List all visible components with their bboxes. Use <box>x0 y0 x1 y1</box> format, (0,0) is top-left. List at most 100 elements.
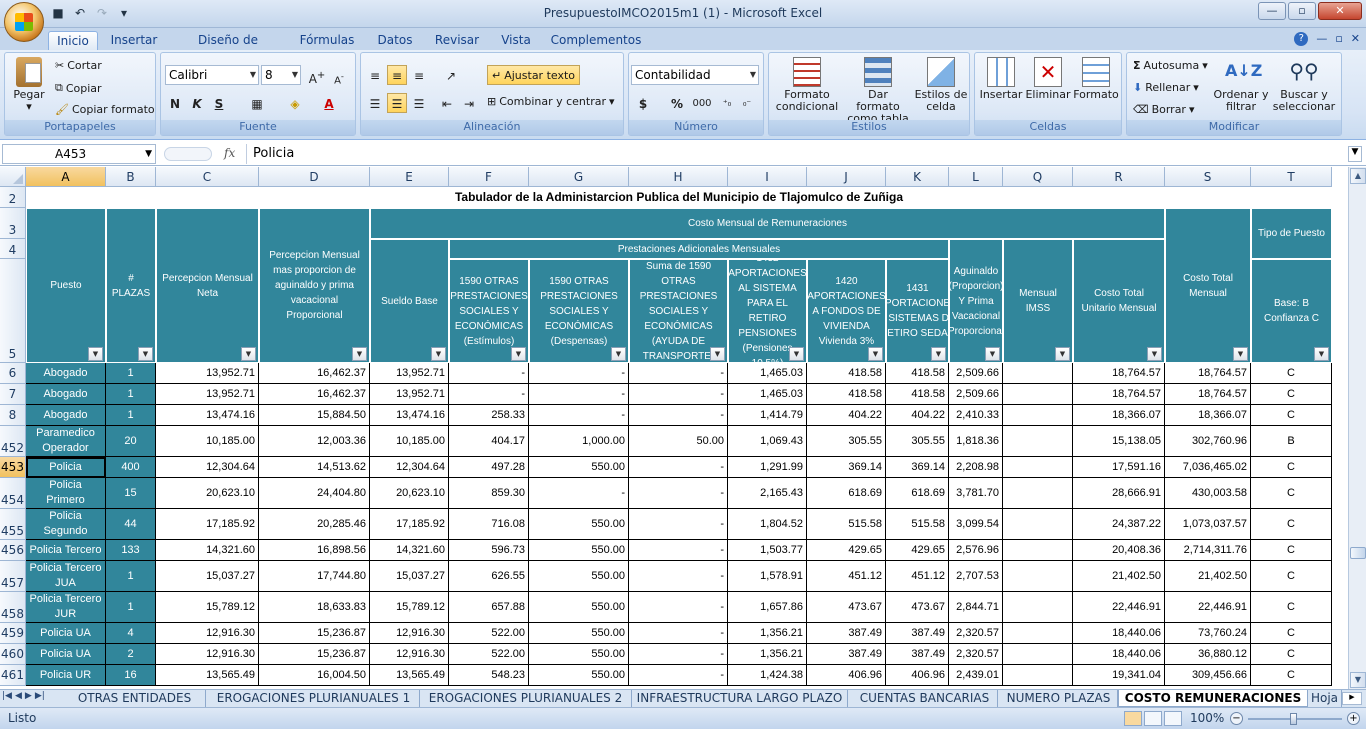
filter-dropdown-icon[interactable]: ▼ <box>1233 347 1248 361</box>
table-cell[interactable]: 20,623.10 <box>370 478 449 509</box>
align-middle-icon[interactable]: ≡ <box>387 65 407 85</box>
borders-icon[interactable]: ▦ <box>247 93 267 113</box>
table-cell[interactable]: 15,236.87 <box>259 623 370 644</box>
table-cell[interactable]: 12,916.30 <box>156 623 259 644</box>
currency-button[interactable]: $ <box>633 93 653 113</box>
table-cell[interactable]: 1 <box>106 384 156 405</box>
table-cell[interactable]: 18,764.57 <box>1165 384 1251 405</box>
table-cell[interactable] <box>1003 457 1073 478</box>
table-cell[interactable]: 406.96 <box>886 665 949 686</box>
number-format-select[interactable]: Contabilidad ▼ <box>631 65 759 85</box>
table-cell[interactable]: 17,185.92 <box>156 509 259 540</box>
table-cell[interactable]: 20,623.10 <box>156 478 259 509</box>
table-cell[interactable]: 451.12 <box>886 561 949 592</box>
table-cell[interactable]: 50.00 <box>629 426 728 457</box>
table-cell[interactable]: 473.67 <box>807 592 886 623</box>
table-cell[interactable]: - <box>629 509 728 540</box>
sheet-tab[interactable]: INFRAESTRUCTURA LARGO PLAZO <box>632 690 848 707</box>
scroll-down-icon[interactable]: ▼ <box>1350 672 1366 688</box>
zoom-in-icon[interactable]: + <box>1347 712 1360 725</box>
italic-button[interactable]: K <box>187 93 207 113</box>
ribbon-close-icon[interactable]: ✕ <box>1351 32 1360 46</box>
table-cell[interactable]: - <box>629 363 728 384</box>
table-cell[interactable]: 618.69 <box>886 478 949 509</box>
table-cell[interactable]: 550.00 <box>529 509 629 540</box>
cell-puesto[interactable]: Policia Tercero JUR <box>26 592 106 623</box>
tab-complementos[interactable]: Complementos <box>550 31 642 50</box>
format-painter-button[interactable]: 🖌 Copiar formato <box>55 103 155 116</box>
row-header[interactable]: 454 <box>0 478 26 509</box>
font-color-icon[interactable]: A <box>319 93 339 113</box>
table-cell[interactable]: 24,387.22 <box>1073 509 1165 540</box>
close-button[interactable]: ✕ <box>1318 2 1362 20</box>
table-cell[interactable]: 21,402.50 <box>1165 561 1251 592</box>
table-cell[interactable]: 387.49 <box>886 644 949 665</box>
find-select-button[interactable]: ⚲⚲ Buscar y seleccionar <box>1269 57 1339 113</box>
filter-dropdown-icon[interactable]: ▼ <box>1147 347 1162 361</box>
column-header-l[interactable]: L <box>949 167 1003 187</box>
cell-puesto[interactable]: Abogado <box>26 363 106 384</box>
table-cell[interactable]: 15,884.50 <box>259 405 370 426</box>
table-cell[interactable]: 522.00 <box>449 644 529 665</box>
table-cell[interactable]: 1,818.36 <box>949 426 1003 457</box>
table-cell[interactable]: 400 <box>106 457 156 478</box>
table-cell[interactable]: C <box>1251 405 1332 426</box>
table-cell[interactable]: - <box>529 478 629 509</box>
cell-puesto[interactable]: Policia Tercero <box>26 540 106 561</box>
column-header-s[interactable]: S <box>1165 167 1251 187</box>
table-cell[interactable] <box>1003 665 1073 686</box>
table-cell[interactable] <box>1003 363 1073 384</box>
table-cell[interactable]: 2,707.53 <box>949 561 1003 592</box>
wrap-text-button[interactable]: ↵ Ajustar texto <box>487 65 581 85</box>
column-header-g[interactable]: G <box>529 167 629 187</box>
table-cell[interactable]: 15,138.05 <box>1073 426 1165 457</box>
row-header[interactable]: 7 <box>0 384 26 405</box>
formula-input[interactable]: Policia <box>246 144 1342 164</box>
cell-puesto[interactable]: Policia UA <box>26 623 106 644</box>
table-cell[interactable]: 473.67 <box>886 592 949 623</box>
table-cell[interactable]: 16,898.56 <box>259 540 370 561</box>
table-cell[interactable]: 1,073,037.57 <box>1165 509 1251 540</box>
ribbon-restore-icon[interactable]: ▫ <box>1335 32 1342 46</box>
table-cell[interactable]: 550.00 <box>529 457 629 478</box>
page-break-view-icon[interactable] <box>1164 711 1182 726</box>
bold-button[interactable]: N <box>165 93 185 113</box>
table-cell[interactable]: 28,666.91 <box>1073 478 1165 509</box>
table-cell[interactable]: 1 <box>106 405 156 426</box>
sheet-tab[interactable]: EROGACIONES PLURIANUALES 2 <box>420 690 632 707</box>
font-name-select[interactable]: Calibri ▼ <box>165 65 259 85</box>
first-sheet-icon[interactable]: |◀ <box>2 691 12 701</box>
row-header[interactable]: 5 <box>0 259 26 363</box>
table-cell[interactable]: 15,037.27 <box>370 561 449 592</box>
table-cell[interactable]: 387.49 <box>807 623 886 644</box>
cell-puesto[interactable]: Policia UA <box>26 644 106 665</box>
minimize-button[interactable]: — <box>1258 2 1286 20</box>
tab-formulas[interactable]: Fórmulas <box>296 31 358 50</box>
row-header[interactable]: 6 <box>0 363 26 384</box>
conditional-format-button[interactable]: Formato condicional <box>771 57 843 113</box>
table-cell[interactable]: 16,462.37 <box>259 384 370 405</box>
table-cell[interactable]: 404.22 <box>807 405 886 426</box>
table-cell[interactable] <box>1003 384 1073 405</box>
zoom-level[interactable]: 100% <box>1190 711 1224 725</box>
table-cell[interactable]: 12,916.30 <box>370 644 449 665</box>
table-cell[interactable]: 1,000.00 <box>529 426 629 457</box>
sheet-tab[interactable]: Hoja <box>1308 690 1342 707</box>
table-cell[interactable]: 44 <box>106 509 156 540</box>
copy-button[interactable]: ⧉ Copiar <box>55 81 102 95</box>
table-cell[interactable]: 404.17 <box>449 426 529 457</box>
table-cell[interactable]: 1,356.21 <box>728 644 807 665</box>
table-cell[interactable]: 522.00 <box>449 623 529 644</box>
column-header-c[interactable]: C <box>156 167 259 187</box>
row-header[interactable]: 456 <box>0 540 26 561</box>
orientation-icon[interactable]: ↗ <box>441 65 461 85</box>
row-header[interactable]: 457 <box>0 561 26 592</box>
font-size-select[interactable]: 8 ▼ <box>261 65 301 85</box>
table-cell[interactable]: 14,321.60 <box>156 540 259 561</box>
fill-button[interactable]: ⬇ Rellenar ▾ <box>1133 81 1199 94</box>
cut-button[interactable]: ✂ Cortar <box>55 59 102 72</box>
table-cell[interactable]: 2,439.01 <box>949 665 1003 686</box>
table-cell[interactable]: 12,304.64 <box>156 457 259 478</box>
row-header[interactable]: 455 <box>0 509 26 540</box>
table-cell[interactable]: 18,764.57 <box>1073 384 1165 405</box>
